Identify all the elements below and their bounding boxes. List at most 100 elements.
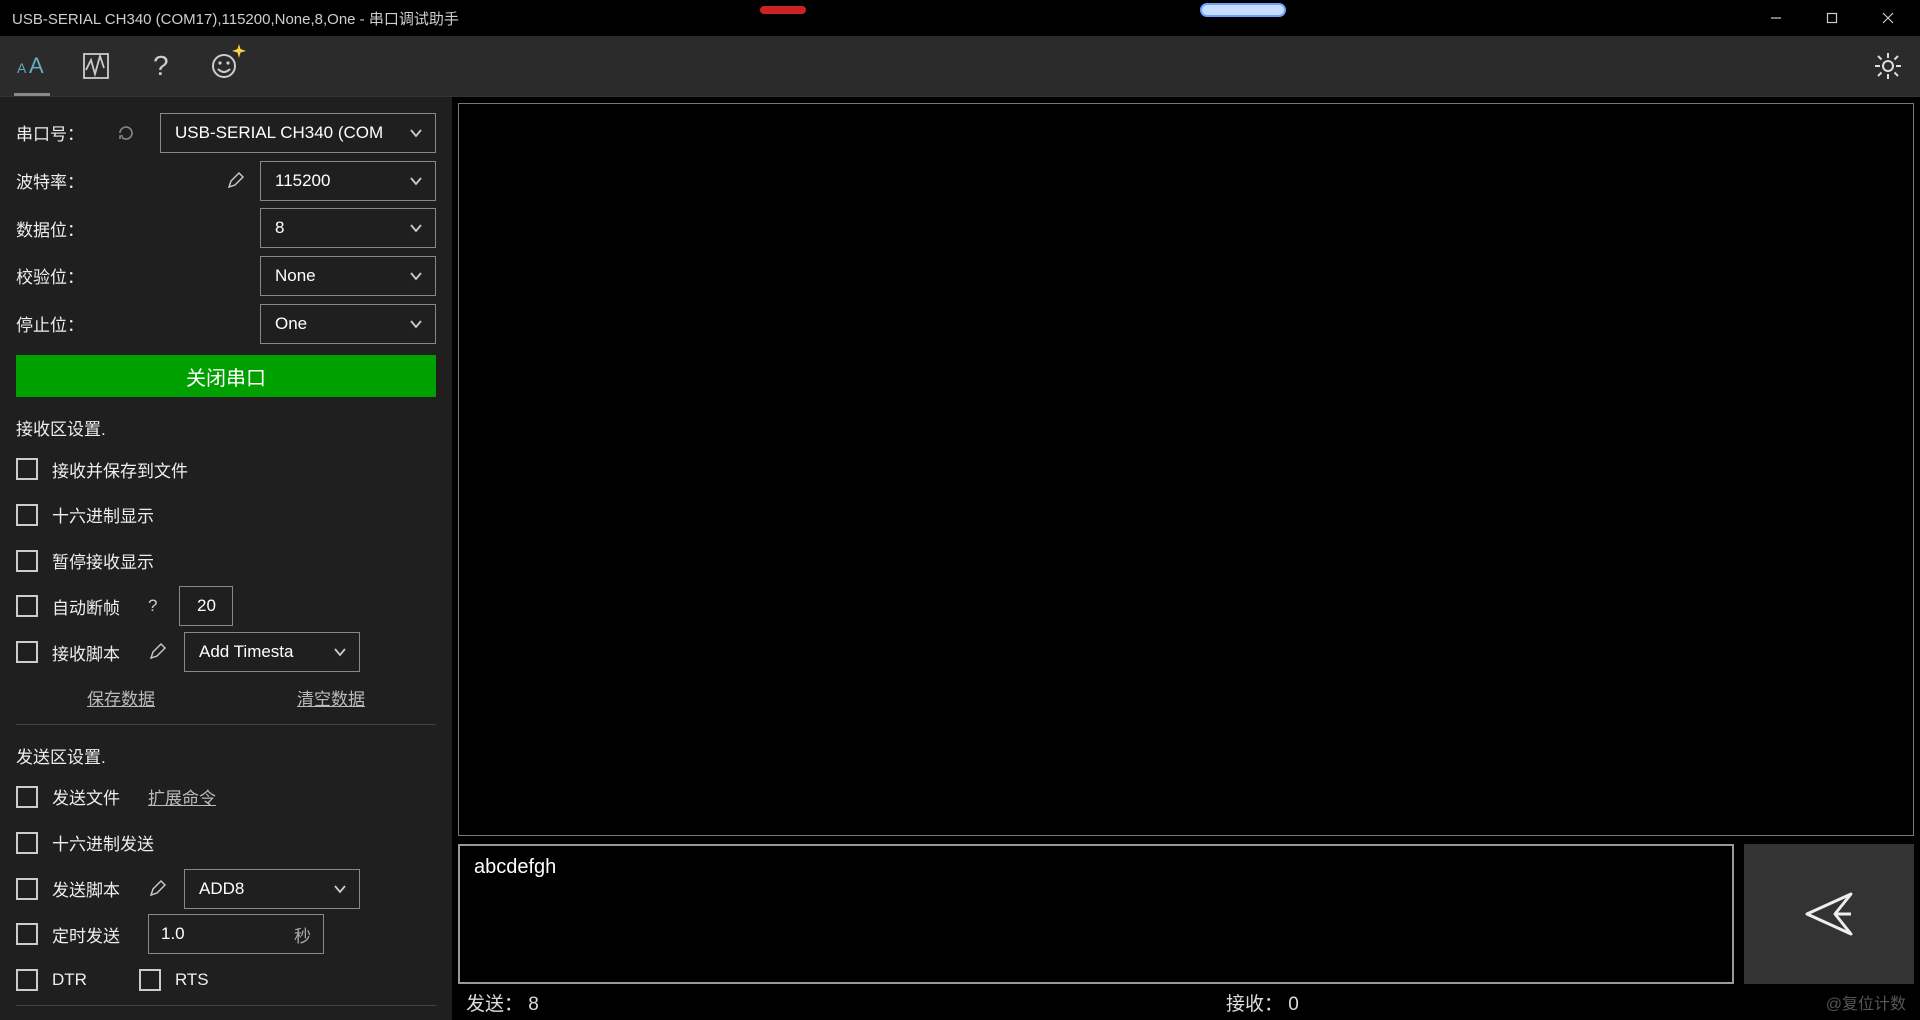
- watermark: @复位计数: [1826, 990, 1906, 1014]
- databits-label: 数据位：: [16, 216, 106, 241]
- send-icon: [1801, 886, 1857, 942]
- tab-waveform[interactable]: [78, 48, 114, 84]
- rx-script-value: Add Timesta: [199, 642, 294, 662]
- svg-text:A: A: [17, 60, 27, 76]
- minimize-icon: [1770, 12, 1782, 24]
- databits-value: 8: [275, 218, 284, 238]
- rx-autobreak-label: 自动断帧: [52, 594, 120, 619]
- close-port-button[interactable]: 关闭串口: [16, 355, 436, 397]
- databits-dropdown[interactable]: 8: [260, 208, 436, 248]
- rx-hex-checkbox[interactable]: [16, 504, 38, 526]
- tx-timed-checkbox[interactable]: [16, 923, 38, 945]
- port-label: 串口号：: [16, 120, 104, 145]
- settings-button[interactable]: [1870, 48, 1906, 84]
- parity-dropdown[interactable]: None: [260, 256, 436, 296]
- title-indicator-blue: [1200, 3, 1286, 17]
- send-button[interactable]: [1744, 844, 1914, 984]
- svg-text:A: A: [29, 53, 44, 78]
- close-port-label: 关闭串口: [186, 362, 266, 391]
- rts-label: RTS: [175, 970, 209, 990]
- refresh-ports-button[interactable]: [116, 123, 136, 143]
- help-icon: ?: [147, 51, 173, 81]
- tx-script-edit-button[interactable]: [148, 878, 170, 900]
- chevron-down-icon: [331, 880, 349, 898]
- tab-help[interactable]: ?: [142, 48, 178, 84]
- maximize-icon: [1826, 12, 1838, 24]
- tx-timed-input[interactable]: 1.0 秒: [148, 914, 324, 954]
- clear-data-link[interactable]: 清空数据: [297, 685, 365, 710]
- divider: [16, 724, 436, 725]
- rx-script-dropdown[interactable]: Add Timesta: [184, 632, 360, 672]
- chevron-down-icon: [407, 219, 425, 237]
- recv-label: 接收：: [1226, 994, 1283, 1015]
- rx-hex-label: 十六进制显示: [52, 502, 154, 527]
- close-button[interactable]: [1860, 0, 1916, 36]
- tx-script-value: ADD8: [199, 879, 244, 899]
- sent-label: 发送：: [466, 994, 523, 1015]
- port-dropdown[interactable]: USB-SERIAL CH340 (COM: [160, 113, 436, 153]
- tx-script-dropdown[interactable]: ADD8: [184, 869, 360, 909]
- tx-script-checkbox[interactable]: [16, 878, 38, 900]
- dtr-label: DTR: [52, 970, 87, 990]
- svg-text:?: ?: [153, 51, 169, 81]
- recv-value: 0: [1288, 994, 1299, 1015]
- waveform-icon: [82, 52, 110, 80]
- stopbits-value: One: [275, 314, 307, 334]
- rts-checkbox[interactable]: [139, 969, 161, 991]
- rx-savefile-checkbox[interactable]: [16, 458, 38, 480]
- titlebar: USB-SERIAL CH340 (COM17),115200,None,8,O…: [0, 0, 1920, 36]
- minimize-button[interactable]: [1748, 0, 1804, 36]
- text-size-icon: AA: [17, 51, 47, 81]
- chevron-down-icon: [331, 643, 349, 661]
- rx-section-title: 接收区设置.: [16, 415, 436, 440]
- pencil-icon: [226, 170, 246, 190]
- save-data-link[interactable]: 保存数据: [87, 685, 155, 710]
- rx-pause-checkbox[interactable]: [16, 550, 38, 572]
- pencil-icon: [148, 878, 168, 898]
- baud-edit-button[interactable]: [226, 170, 248, 192]
- chevron-down-icon: [407, 315, 425, 333]
- baud-label: 波特率：: [16, 168, 106, 193]
- window-title: USB-SERIAL CH340 (COM17),115200,None,8,O…: [12, 8, 459, 29]
- sparkle-icon: [232, 44, 246, 58]
- title-indicator-red: [760, 6, 806, 14]
- main-area: 发送： 8 接收： 0 @复位计数: [452, 96, 1920, 1020]
- close-icon: [1882, 12, 1894, 24]
- tx-sendfile-label: 发送文件: [52, 784, 120, 809]
- rx-autobreak-value: 20: [197, 596, 216, 616]
- gear-icon: [1873, 51, 1903, 81]
- chevron-down-icon: [407, 172, 425, 190]
- rx-autobreak-checkbox[interactable]: [16, 595, 38, 617]
- rx-autobreak-value-input[interactable]: 20: [179, 586, 233, 626]
- divider: [16, 1005, 436, 1006]
- ext-cmd-link[interactable]: 扩展命令: [148, 784, 216, 809]
- maximize-button[interactable]: [1804, 0, 1860, 36]
- rx-savefile-label: 接收并保存到文件: [52, 457, 188, 482]
- rx-autobreak-help[interactable]: ?: [148, 596, 157, 616]
- tab-text-mode[interactable]: AA: [14, 48, 50, 84]
- rx-script-edit-button[interactable]: [148, 641, 170, 663]
- stopbits-dropdown[interactable]: One: [260, 304, 436, 344]
- rx-textarea[interactable]: [458, 103, 1914, 836]
- rx-script-checkbox[interactable]: [16, 641, 38, 663]
- baud-value: 115200: [275, 171, 330, 191]
- sent-value: 8: [528, 994, 539, 1015]
- tx-section-title: 发送区设置.: [16, 743, 436, 768]
- refresh-icon: [117, 124, 135, 142]
- tx-textarea[interactable]: [458, 844, 1734, 984]
- tx-sendfile-checkbox[interactable]: [16, 786, 38, 808]
- stopbits-label: 停止位：: [16, 311, 106, 336]
- tx-hex-checkbox[interactable]: [16, 832, 38, 854]
- port-value: USB-SERIAL CH340 (COM: [175, 123, 383, 143]
- dtr-checkbox[interactable]: [16, 969, 38, 991]
- sidebar: 串口号： USB-SERIAL CH340 (COM 波特率： 115200 数…: [0, 96, 452, 1020]
- rx-pause-label: 暂停接收显示: [52, 548, 154, 573]
- tx-script-label: 发送脚本: [52, 876, 120, 901]
- rx-script-label: 接收脚本: [52, 640, 120, 665]
- baud-dropdown[interactable]: 115200: [260, 161, 436, 201]
- tx-timed-value: 1.0: [161, 924, 185, 944]
- parity-value: None: [275, 266, 316, 286]
- tab-emoji[interactable]: [206, 48, 242, 84]
- tx-timed-label: 定时发送: [52, 922, 120, 947]
- tx-timed-unit: 秒: [294, 922, 311, 947]
